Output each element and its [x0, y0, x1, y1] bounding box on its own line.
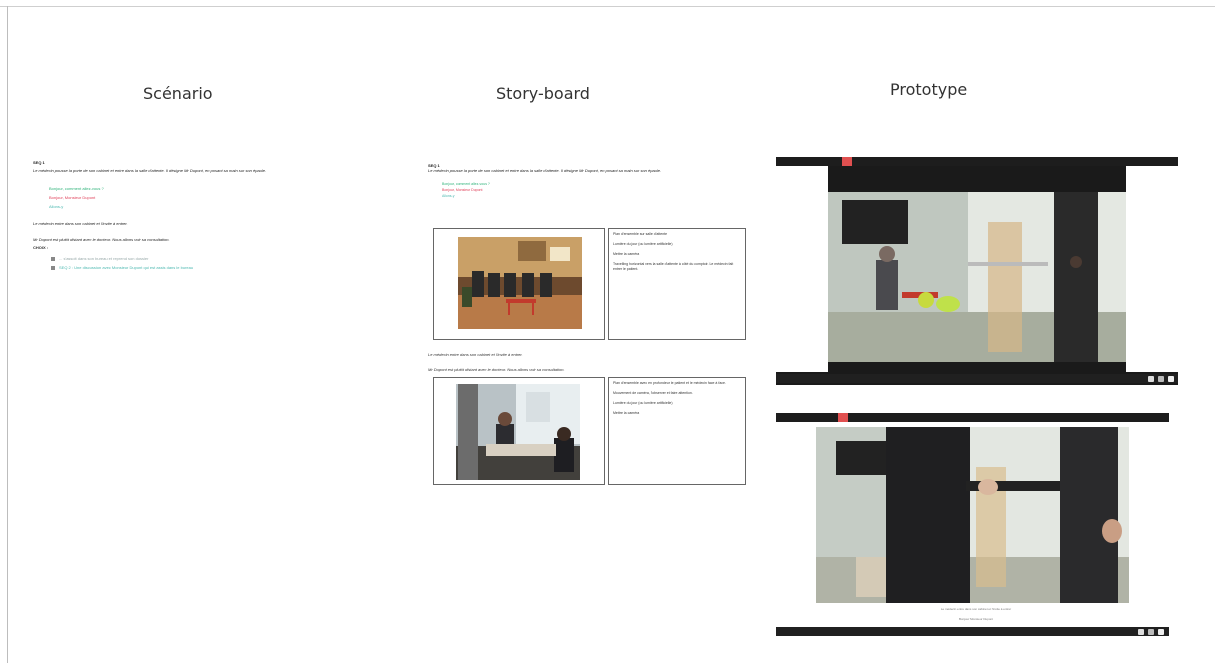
prototype-title: Prototype — [890, 80, 968, 99]
note-2-1: Plan d'ensemble avec en profondeur le pa… — [613, 381, 726, 385]
storyboard-notes-2: Plan d'ensemble avec en profondeur le pa… — [608, 377, 746, 485]
scenario-link-1[interactable]: ... s'assoit dans son bureau et reprend … — [51, 254, 383, 263]
consultation-image — [456, 384, 580, 480]
storyboard-notes-1: Plan d'ensemble sur salle d'attente Lumi… — [608, 228, 746, 340]
video-2-topbar — [776, 413, 1169, 422]
play-icon[interactable] — [1148, 376, 1154, 382]
scenario-title: Scénario — [143, 84, 213, 103]
video-2-active-tab[interactable] — [838, 413, 848, 422]
scenario-link-2[interactable]: SEQ 2 : Une discussion avec Monsieur Dup… — [51, 263, 383, 272]
waiting-room-image — [458, 237, 582, 329]
storyboard-choice-3[interactable]: Allons-y — [442, 193, 758, 199]
top-border — [0, 6, 1215, 7]
video-2-caption-1: Le médecin entre dans son cabinet et l'i… — [940, 607, 1012, 611]
storyboard-intro: Le médecin pousse la porte de son cabine… — [428, 168, 662, 173]
note-2-3: Lumière du jour (ou lumière artificielle… — [613, 401, 673, 405]
storyboard-frame-1 — [433, 228, 605, 340]
play-icon[interactable] — [1138, 629, 1144, 635]
prototype-video-2[interactable]: Le médecin entre dans son cabinet et l'i… — [776, 413, 1169, 639]
video-1-topbar — [776, 157, 1178, 166]
video-2-caption-2: Bonjour Monsieur Dupont — [958, 617, 994, 621]
storyboard-middle-1: Le médecin entre dans son cabinet et l'i… — [428, 352, 523, 357]
scenario-choice-3[interactable]: Allons-y — [49, 202, 383, 211]
video-2-frame — [816, 427, 1129, 603]
scenario-line-2: Le médecin entre dans son cabinet et l'i… — [33, 221, 128, 226]
storyboard-column: SEQ 1 Le médecin pousse la porte de son … — [428, 163, 758, 199]
scenario-choice-1[interactable]: Bonjour, comment allez-vous ? — [49, 184, 383, 193]
bullet-icon — [51, 265, 55, 270]
scenario-column: SEQ 1 Le médecin pousse la porte de son … — [33, 160, 383, 272]
note-1-2: Lumière du jour (ou lumière artificielle… — [613, 242, 673, 246]
note-1-4: Travelling horizontal vers la salle d'at… — [613, 262, 734, 271]
bullet-icon — [51, 256, 55, 261]
prototype-video-1[interactable] — [776, 157, 1178, 385]
scenario-links: ... s'assoit dans son bureau et reprend … — [51, 254, 383, 272]
fullscreen-icon[interactable] — [1168, 376, 1174, 382]
scenario-intro: Le médecin pousse la porte de son cabine… — [33, 168, 267, 173]
video-1-left-margin — [776, 166, 828, 372]
volume-icon[interactable] — [1158, 376, 1164, 382]
scenario-heading: SEQ 1 — [33, 160, 45, 165]
storyboard-choices: Bonjour, comment allez-vous ? Bonjour, M… — [428, 181, 758, 199]
scenario-line-3: Mr Dupont est plutôt distant avec le doc… — [33, 237, 170, 242]
note-1-1: Plan d'ensemble sur salle d'attente — [613, 232, 668, 236]
video-2-controls — [776, 627, 1169, 636]
scenario-choice-label: CHOIX : — [33, 245, 49, 250]
scenario-choice-2[interactable]: Bonjour, Monsieur Dupont — [49, 193, 383, 202]
video-1-right-margin — [1126, 166, 1178, 372]
volume-icon[interactable] — [1148, 629, 1154, 635]
note-2-2: Mouvement de caméra, l'observer et faire… — [613, 391, 693, 395]
video-1-active-tab[interactable] — [842, 157, 852, 166]
storyboard-frame-2 — [433, 377, 605, 485]
note-1-3: Mettre la caméra — [613, 252, 640, 256]
scenario-choices: Bonjour, comment allez-vous ? Bonjour, M… — [49, 184, 383, 211]
video-1-frame — [828, 192, 1126, 362]
fullscreen-icon[interactable] — [1158, 629, 1164, 635]
storyboard-title: Story-board — [496, 84, 590, 103]
left-border — [7, 6, 8, 663]
storyboard-middle-2: Mr Dupont est plutôt distant avec le doc… — [428, 367, 565, 372]
note-2-4: Mettre la caméra — [613, 411, 640, 415]
video-1-controls — [776, 374, 1178, 383]
